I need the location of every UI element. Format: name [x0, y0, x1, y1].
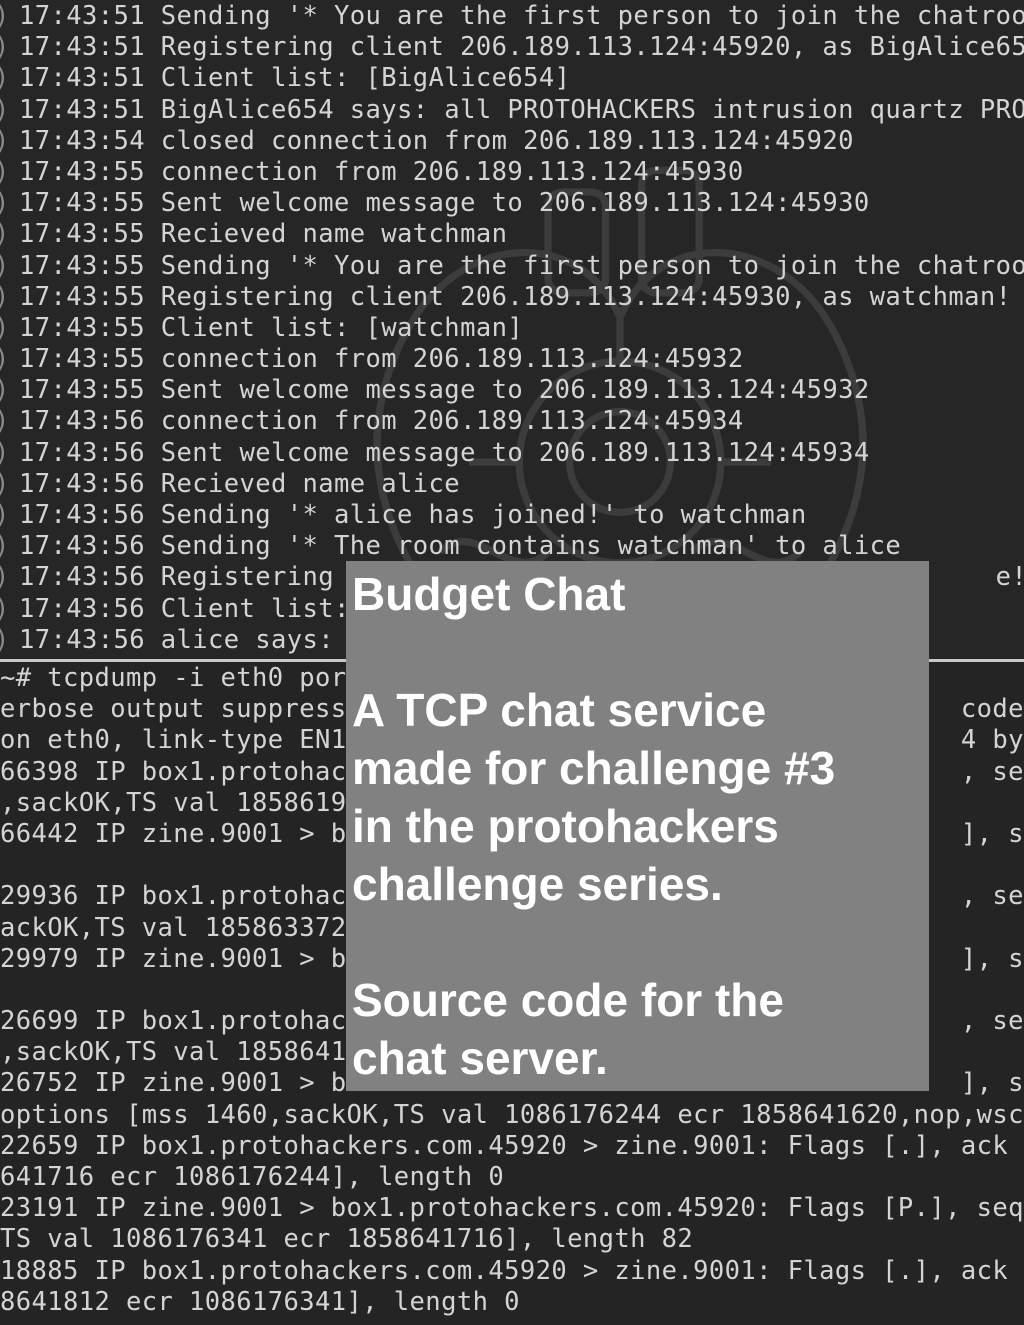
- log-line: ) 17:43:51 Sending '* You are the first p…: [0, 1, 1024, 32]
- log-line: ) 17:43:56 Recieved name alice: [0, 469, 1024, 500]
- gutter-mark: ): [0, 157, 10, 188]
- log-line: ) 17:43:51 BigAlice654 says: all PROTOHAC…: [0, 95, 1024, 126]
- tcpdump-line: 8641812 ecr 1086176341], length 0: [0, 1286, 520, 1317]
- gutter-mark: ): [0, 562, 10, 593]
- gutter-mark: ): [0, 188, 10, 219]
- source-link-line: chat server.: [352, 1032, 608, 1084]
- log-text: 17:43:56 connection from 206.189.113.124…: [19, 406, 744, 437]
- log-text: 17:43:51 BigAlice654 says: all PROTOHACK…: [19, 94, 1024, 125]
- log-line: ) 17:43:55 Sending '* You are the first p…: [0, 251, 1024, 282]
- log-line: ) 17:43:55 Recieved name watchman: [0, 219, 1024, 250]
- gutter-mark: ): [0, 625, 10, 656]
- log-line: ) 17:43:55 Sent welcome message to 206.18…: [0, 188, 1024, 219]
- gutter-mark: ): [0, 126, 10, 157]
- gutter-mark: ): [0, 344, 10, 375]
- log-text: 17:43:55 Registering client 206.189.113.…: [19, 281, 1012, 312]
- log-line: ) 17:43:55 connection from 206.189.113.12…: [0, 344, 1024, 375]
- gutter-mark: ): [0, 95, 10, 126]
- log-line: ) 17:43:55 Registering client 206.189.113…: [0, 282, 1024, 313]
- tcpdump-line: 23191 IP zine.9001 > box1.protohackers.c…: [0, 1193, 1024, 1224]
- log-line: ) 17:43:56 Sending '* alice has joined!' …: [0, 500, 1024, 531]
- log-text: 17:43:56 Sent welcome message to 206.189…: [19, 437, 870, 468]
- description-line: in the protohackers: [352, 800, 779, 852]
- log-text: 17:43:55 Sent welcome message to 206.189…: [19, 375, 870, 406]
- gutter-mark: ): [0, 282, 10, 313]
- log-text: 17:43:56 Client list:: [19, 593, 350, 624]
- gutter-mark: ): [0, 594, 10, 625]
- tcpdump-line: 641716 ecr 1086176244], length 0: [0, 1162, 505, 1192]
- log-text: 17:43:56 alice says:: [19, 624, 335, 655]
- log-line: ) 17:43:56 Sent welcome message to 206.18…: [0, 438, 1024, 469]
- project-description: A TCP chat service made for challenge #3…: [352, 681, 929, 913]
- tcpdump-line: 22659 IP box1.protohackers.com.45920 > z…: [0, 1130, 1024, 1161]
- project-title: Budget Chat: [352, 568, 626, 620]
- source-code-link[interactable]: Source code for the chat server.: [352, 971, 929, 1087]
- log-line: ) 17:43:55 Sent welcome message to 206.18…: [0, 375, 1024, 406]
- log-text: 17:43:51 Registering client 206.189.113.…: [19, 32, 1024, 63]
- gutter-mark: ): [0, 406, 10, 437]
- server-log-lines: ) 17:43:51 Sending '* You are the first p…: [0, 1, 1024, 656]
- gutter-mark: ): [0, 1, 10, 32]
- log-text: 17:43:55 Sending '* You are the first pe…: [19, 250, 1024, 281]
- log-text: 17:43:51 Client list: [BigAlice654]: [19, 63, 571, 94]
- gutter-mark: ): [0, 500, 10, 531]
- log-line: ) 17:43:56 Sending '* The room contains w…: [0, 531, 1024, 562]
- log-text: 17:43:55 connection from 206.189.113.124…: [19, 156, 744, 187]
- gutter-mark: ): [0, 469, 10, 500]
- log-line: ) 17:43:55 Client list: [watchman]: [0, 313, 1024, 344]
- project-description-card: Budget Chat A TCP chat service made for …: [346, 561, 929, 1091]
- log-text: 17:43:56 Sending '* alice has joined!' t…: [19, 500, 807, 530]
- log-line: ) 17:43:51 Registering client 206.189.113…: [0, 32, 1024, 63]
- tcpdump-line: 18885 IP box1.protohackers.com.45920 > z…: [0, 1255, 1024, 1286]
- log-text: 17:43:55 Client list: [watchman]: [19, 312, 524, 343]
- tcpdump-line: options [mss 1460,sackOK,TS val 10861762…: [0, 1099, 1024, 1130]
- log-line: ) 17:43:55 connection from 206.189.113.12…: [0, 157, 1024, 188]
- log-text: 17:43:51 Sending '* You are the first pe…: [19, 1, 1024, 31]
- gutter-mark: ): [0, 251, 10, 282]
- log-text: 17:43:56 Recieved name alice: [19, 468, 461, 499]
- log-text: 17:43:54 closed connection from 206.189.…: [19, 125, 854, 156]
- log-line: ) 17:43:56 connection from 206.189.113.12…: [0, 406, 1024, 437]
- description-line: challenge series.: [352, 858, 723, 910]
- gutter-mark: ): [0, 313, 10, 344]
- log-line: ) 17:43:54 closed connection from 206.189…: [0, 126, 1024, 157]
- source-link-line: Source code for the: [352, 974, 784, 1026]
- gutter-mark: ): [0, 63, 10, 94]
- description-line: A TCP chat service: [352, 684, 767, 736]
- description-line: made for challenge #3: [352, 742, 836, 794]
- gutter-mark: ): [0, 219, 10, 250]
- tcpdump-line: TS val 1086176341 ecr 1858641716], lengt…: [0, 1224, 694, 1255]
- gutter-mark: ): [0, 32, 10, 63]
- gutter-mark: ): [0, 438, 10, 469]
- log-text: 17:43:56 Sending '* The room contains wa…: [19, 531, 902, 562]
- log-text: 17:43:55 Recieved name watchman: [19, 219, 508, 250]
- log-text: 17:43:55 connection from 206.189.113.124…: [19, 344, 744, 375]
- gutter-mark: ): [0, 531, 10, 562]
- log-text: 17:43:55 Sent welcome message to 206.189…: [19, 188, 870, 219]
- gutter-mark: ): [0, 375, 10, 406]
- log-line: ) 17:43:51 Client list: [BigAlice654]: [0, 63, 1024, 94]
